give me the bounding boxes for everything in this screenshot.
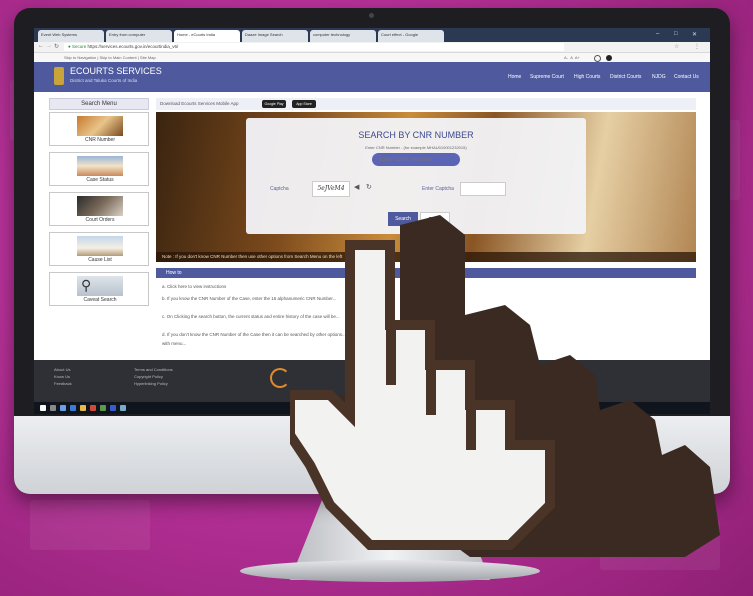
app-icon[interactable] (120, 405, 126, 411)
browser-tab[interactable]: Court effect - Google (378, 30, 444, 42)
footer-link[interactable]: Feedback (54, 380, 72, 387)
chrome-icon[interactable] (90, 405, 96, 411)
nav-home[interactable]: Home (508, 74, 521, 80)
howto-step: with menu... (162, 341, 187, 346)
address-bar: ← → ↻ ● Secure https://services.ecourts.… (34, 42, 710, 53)
menu-item-court-orders[interactable]: Court Orders (49, 192, 149, 226)
minimize-icon[interactable]: – (656, 31, 659, 37)
search-menu-heading: Search Menu (49, 98, 149, 110)
app-download-text: Download Ecourts Services Mobile App (160, 101, 239, 106)
menu-icon[interactable]: ⋮ (694, 43, 700, 50)
app-store-button[interactable]: App Store (292, 100, 316, 108)
footer-link[interactable]: Terms and Conditions (134, 366, 173, 373)
cnr-number-input[interactable] (372, 153, 460, 166)
menu-item-label: CNR Number (84, 137, 115, 143)
nav-supreme-court[interactable]: Supreme Court (530, 74, 564, 80)
accessibility-icons[interactable]: A- A A+ (564, 53, 580, 62)
url-field[interactable]: ● Secure https://services.ecourts.gov.in… (64, 43, 564, 51)
dark-mode-icon[interactable] (606, 55, 612, 61)
forward-icon[interactable]: → (46, 43, 52, 49)
caveat-search-thumbnail: ⚲ (77, 276, 123, 296)
browser-tab-active[interactable]: Home - eCourts India (174, 30, 240, 42)
nav-high-courts[interactable]: High Courts (574, 74, 600, 80)
browser-tab-bar: Event Web Systems Entry from computer Ho… (34, 28, 710, 42)
footer-link[interactable]: Copyright Policy (134, 373, 173, 380)
word-icon[interactable] (110, 405, 116, 411)
howto-step[interactable]: a. Click here to view instructions (162, 284, 226, 289)
bookmarks-bar: Skip to Navigation | Skip to Main Conten… (34, 53, 710, 62)
lock-icon: ● (68, 44, 71, 49)
captcha-label: Captcha (270, 186, 289, 192)
emblem-logo (54, 67, 64, 85)
camera (369, 13, 374, 18)
footer-link[interactable]: About Us (54, 366, 72, 373)
reload-icon[interactable]: ↻ (54, 43, 59, 50)
windows-start-icon[interactable] (40, 405, 46, 411)
hand-cursor-icon (290, 215, 720, 557)
nav-contact-us[interactable]: Contact Us (674, 74, 699, 80)
search-menu: Search Menu CNR Number Case Status Court… (49, 98, 149, 348)
browser-tab[interactable]: Entry from computer (106, 30, 172, 42)
search-icon[interactable] (50, 405, 56, 411)
site-subtitle: District and Taluka Courts of India (70, 78, 138, 83)
refresh-captcha-icon[interactable]: ↻ (366, 183, 372, 191)
back-icon[interactable]: ← (38, 43, 44, 49)
captcha-image: 5eJVeM4 (312, 181, 350, 197)
cnr-thumbnail (77, 116, 123, 136)
excel-icon[interactable] (100, 405, 106, 411)
menu-item-case-status[interactable]: Case Status (49, 152, 149, 186)
app-download-banner: Download Ecourts Services Mobile App Goo… (156, 98, 696, 110)
menu-item-cause-list[interactable]: Cause List (49, 232, 149, 266)
search-hint: Enter CNR Number - (for example MHAU0100… (365, 145, 467, 150)
url-text: https://services.ecourts.gov.in/ecourtin… (87, 44, 179, 49)
digital-india-logo (270, 368, 290, 388)
edge-icon[interactable] (70, 405, 76, 411)
search-title: SEARCH BY CNR NUMBER (358, 130, 474, 140)
menu-item-caveat-search[interactable]: ⚲ Caveat Search (49, 272, 149, 306)
menu-item-label: Case Status (86, 177, 114, 183)
captcha-input-label: Enter Captcha (422, 186, 454, 192)
task-view-icon[interactable] (60, 405, 66, 411)
case-status-thumbnail (77, 156, 123, 176)
site-header: ECOURTS SERVICES District and Taluka Cou… (34, 62, 710, 92)
footer-link[interactable]: Know Us (54, 373, 72, 380)
captcha-input[interactable] (460, 182, 506, 196)
close-icon[interactable]: ✕ (692, 31, 697, 38)
menu-item-label: Court Orders (85, 217, 115, 223)
court-orders-thumbnail (77, 196, 123, 216)
footer-link[interactable]: Hyperlinking Policy (134, 380, 173, 387)
cause-list-thumbnail (77, 236, 123, 256)
browser-tab[interactable]: computer technology (310, 30, 376, 42)
star-icon[interactable]: ☆ (674, 43, 679, 50)
menu-item-label: Caveat Search (83, 297, 117, 303)
browser-tab[interactable]: Event Web Systems (38, 30, 104, 42)
browser-tab[interactable]: Daaze Image Search (242, 30, 308, 42)
contrast-icon[interactable] (594, 55, 601, 62)
menu-item-cnr-number[interactable]: CNR Number (49, 112, 149, 146)
google-play-button[interactable]: Google Play (262, 100, 286, 108)
audio-captcha-icon[interactable]: ◀ (354, 183, 359, 191)
nav-district-courts[interactable]: District Courts (610, 74, 641, 80)
nav-njdg[interactable]: NJDG (652, 74, 666, 80)
bookmarks-text[interactable]: Skip to Navigation | Skip to Main Conten… (34, 55, 156, 60)
secure-label: Secure (71, 44, 87, 49)
folder-icon[interactable] (80, 405, 86, 411)
magnifier-icon: ⚲ (81, 277, 92, 293)
menu-item-label: Cause List (88, 257, 112, 263)
site-title[interactable]: ECOURTS SERVICES (70, 66, 162, 76)
maximize-icon[interactable]: □ (674, 31, 678, 37)
